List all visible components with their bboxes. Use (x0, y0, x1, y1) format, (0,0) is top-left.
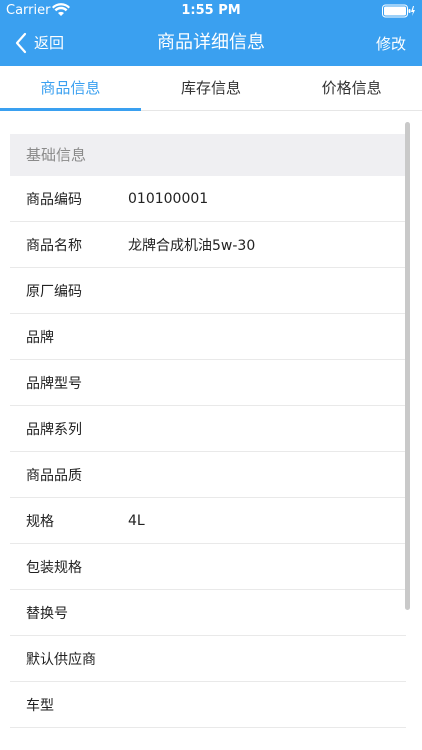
field-value: 龙牌合成机油5w-30 (128, 237, 256, 254)
list-item: 默认供应商 (10, 636, 406, 682)
status-time: 1:55 PM (181, 3, 241, 18)
list-item: 品牌系列 (10, 406, 406, 452)
field-label: 商品名称 (26, 237, 82, 254)
tab-inventory-info[interactable]: 库存信息 (141, 66, 282, 110)
tab-product-info[interactable]: 商品信息 (0, 66, 141, 111)
list-item: 车型 (10, 682, 406, 728)
field-label: 车型 (26, 697, 54, 714)
list-item: 商品品质 (10, 452, 406, 498)
edit-button[interactable]: 修改 (376, 33, 406, 55)
field-label: 品牌 (26, 329, 54, 346)
list-item: 替换号 (10, 590, 406, 636)
battery-icon (382, 4, 415, 18)
navigation-bar: 返回 商品详细信息 修改 (0, 22, 422, 66)
field-label: 替换号 (26, 605, 68, 622)
section-header: 基础信息 (10, 134, 406, 176)
list-item: 原厂编码 (10, 268, 406, 314)
field-label: 规格 (26, 513, 54, 530)
list-item: 品牌型号 (10, 360, 406, 406)
list-item: 商品名称 龙牌合成机油5w-30 (10, 222, 406, 268)
field-label: 品牌型号 (26, 375, 82, 392)
status-bar: Carrier 1:55 PM (0, 0, 422, 22)
list-item: 规格 4L (10, 498, 406, 544)
list-item: 包装规格 (10, 544, 406, 590)
field-label: 原厂编码 (26, 283, 82, 300)
tab-bar: 商品信息 库存信息 价格信息 (0, 66, 422, 111)
field-value: 010100001 (128, 190, 209, 207)
field-label: 商品编码 (26, 191, 82, 208)
field-label: 默认供应商 (26, 651, 96, 668)
field-value: 4L (128, 512, 145, 529)
tab-price-info[interactable]: 价格信息 (281, 66, 422, 110)
scrollbar[interactable] (405, 122, 410, 610)
field-label: 品牌系列 (26, 421, 82, 438)
list-item: 商品编码 010100001 (10, 176, 406, 222)
field-label: 包装规格 (26, 559, 82, 576)
field-label: 商品品质 (26, 467, 82, 484)
detail-list[interactable]: 基础信息 商品编码 010100001 商品名称 龙牌合成机油5w-30 原厂编… (10, 134, 406, 750)
page-title: 商品详细信息 (157, 32, 265, 53)
list-item: 品牌 (10, 314, 406, 360)
